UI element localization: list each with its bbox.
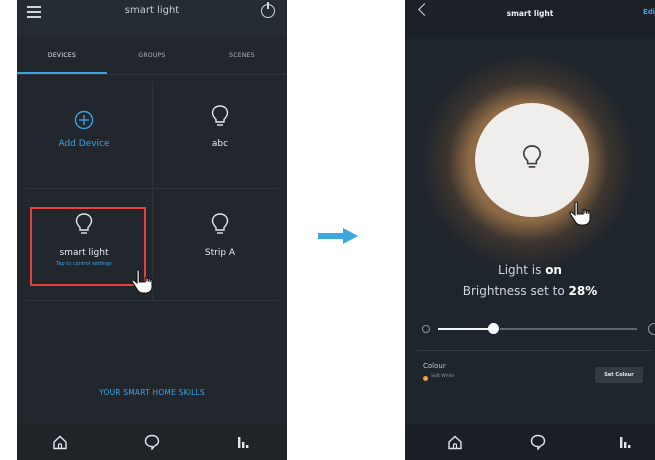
add-circle-icon xyxy=(74,110,94,130)
smart-home-skills-link[interactable]: YOUR SMART HOME SKILLS xyxy=(17,388,287,397)
slider-track xyxy=(499,328,637,330)
light-status: Light is on xyxy=(498,263,562,277)
stats-icon[interactable] xyxy=(617,434,633,450)
device-tile-abc[interactable]: abc xyxy=(153,82,287,192)
hand-pointer-icon xyxy=(569,201,591,226)
dim-icon xyxy=(422,325,430,333)
tab-scenes[interactable]: SCENES xyxy=(197,52,287,59)
bottom-nav xyxy=(405,424,655,460)
divider xyxy=(417,350,652,351)
hand-pointer-icon xyxy=(131,269,153,294)
screen-title: smart light xyxy=(124,5,180,16)
slider-fill xyxy=(438,328,494,330)
brightness-status: Brightness set to 28% xyxy=(462,284,598,298)
top-bar: smart light xyxy=(17,0,287,36)
chat-icon[interactable] xyxy=(144,434,160,450)
stats-icon[interactable] xyxy=(235,434,251,450)
tab-groups[interactable]: GROUPS xyxy=(107,52,197,59)
brightness-slider[interactable] xyxy=(405,322,655,336)
screen-title: smart light xyxy=(506,9,554,18)
tile-label: abc xyxy=(211,139,229,149)
bulb-icon xyxy=(211,213,229,234)
home-icon[interactable] xyxy=(52,434,68,450)
tile-label: Add Device xyxy=(58,139,110,149)
arrow-right-icon xyxy=(318,228,358,244)
bottom-nav xyxy=(17,424,287,460)
add-device-tile[interactable]: Add Device xyxy=(17,82,151,192)
bulb-icon xyxy=(522,145,542,168)
bright-icon xyxy=(648,323,655,335)
tab-devices[interactable]: DEVICES xyxy=(17,52,107,59)
home-icon[interactable] xyxy=(447,434,463,450)
power-icon[interactable] xyxy=(261,2,275,18)
device-detail-screen: smart light Edit Light is on Brightness … xyxy=(405,0,655,460)
set-colour-button[interactable]: Set Colour xyxy=(595,367,643,383)
colour-value: Soft White xyxy=(431,374,455,379)
chat-icon[interactable] xyxy=(530,434,546,450)
device-list-screen: smart light DEVICES GROUPS SCENES Add De… xyxy=(17,0,287,460)
colour-swatch xyxy=(423,376,428,381)
tab-divider xyxy=(17,74,287,75)
colour-label: Colour xyxy=(423,362,446,370)
edit-button[interactable]: Edit xyxy=(643,8,655,16)
bulb-icon xyxy=(211,105,229,126)
slider-thumb[interactable] xyxy=(488,323,500,334)
device-tile-strip-a[interactable]: Strip A xyxy=(153,192,287,302)
top-bar: smart light Edit xyxy=(405,0,655,38)
tile-label: Strip A xyxy=(204,248,236,258)
tab-bar: DEVICES GROUPS SCENES xyxy=(17,44,287,75)
